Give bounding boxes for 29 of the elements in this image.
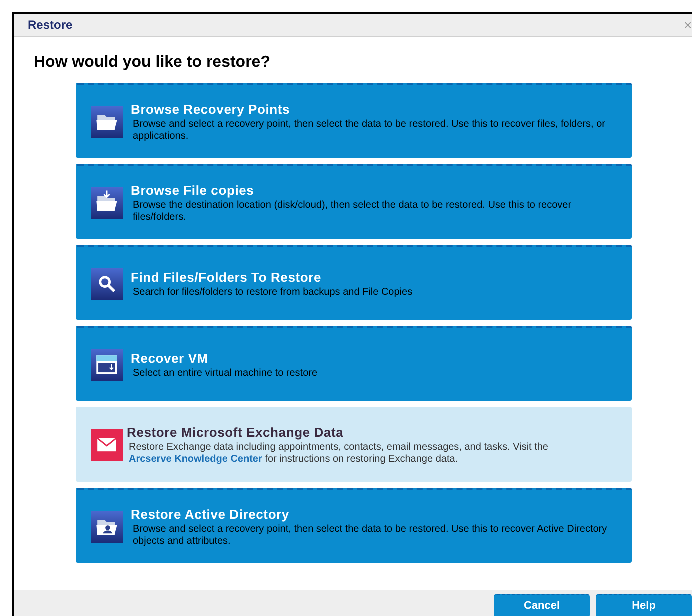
restore-option[interactable]: Browse File copies Browse the destination location (disk/cloud), then select the data to be restored. Use this to recover files/folders. — [76, 164, 632, 239]
restore-option[interactable]: Recover VM Select an entire virtual machine to restore — [76, 326, 632, 401]
window-title: Restore — [28, 17, 73, 34]
option-title: Restore Microsoft Exchange Data — [127, 424, 345, 442]
option-description: Search for files/folders to restore from backups and File Copies — [133, 287, 413, 300]
folder-icon — [91, 106, 123, 138]
folder-download-icon — [91, 186, 123, 218]
option-description: Browse and select a recovery point, then select the data to be restored. Use this to recover files, folders, or applications. — [133, 119, 606, 144]
restore-option[interactable]: Restore Microsoft Exchange Data Restore Exchange data including appointments, contacts, email messages, and tasks. Visit the Arcserve Knowledge Center for instructions on restoring Exchange data. — [76, 407, 632, 482]
search-icon — [91, 268, 123, 300]
option-description: Select an entire virtual machine to restore — [133, 368, 318, 380]
dialog-heading: How would you like to restore? — [34, 53, 272, 73]
folder-user-icon — [91, 510, 123, 542]
option-description: Restore Exchange data including appointments, contacts, email messages, and tasks. Visit the Arcserve Knowledge Center for instructions on restoring Exchange data. — [129, 442, 550, 466]
window-icon — [91, 348, 123, 380]
option-title: Find Files/Folders To Restore — [131, 268, 322, 287]
option-description: Browse the destination location (disk/cloud), then select the data to be restored. Use this to recover files/folders. — [133, 200, 573, 224]
dialog-button[interactable]: Cancel — [494, 594, 590, 616]
envelope-icon — [91, 428, 123, 460]
restore-option[interactable]: Restore Active Directory Browse and select a recovery point, then select the data to be restored. Use this to recover Active Directory objects and attributes. — [76, 488, 632, 563]
dialog-button[interactable]: Help — [596, 594, 692, 616]
option-title: Browse Recovery Points — [131, 100, 292, 119]
restore-option[interactable]: Find Files/Folders To Restore Search for files/folders to restore from backups and File Copies — [76, 245, 632, 320]
option-title: Browse File copies — [131, 182, 256, 200]
option-title: Restore Active Directory — [131, 506, 290, 524]
knowledge-center-link[interactable]: Arcserve Knowledge Center — [129, 454, 262, 466]
option-title: Recover VM — [131, 350, 210, 368]
restore-option[interactable]: Browse Recovery Points Browse and select a recovery point, then select the data to be restored. Use this to recover files, folders, or applications. — [76, 83, 632, 158]
option-description: Browse and select a recovery point, then select the data to be restored. Use this to recover Active Directory objects and attributes. — [133, 524, 608, 548]
